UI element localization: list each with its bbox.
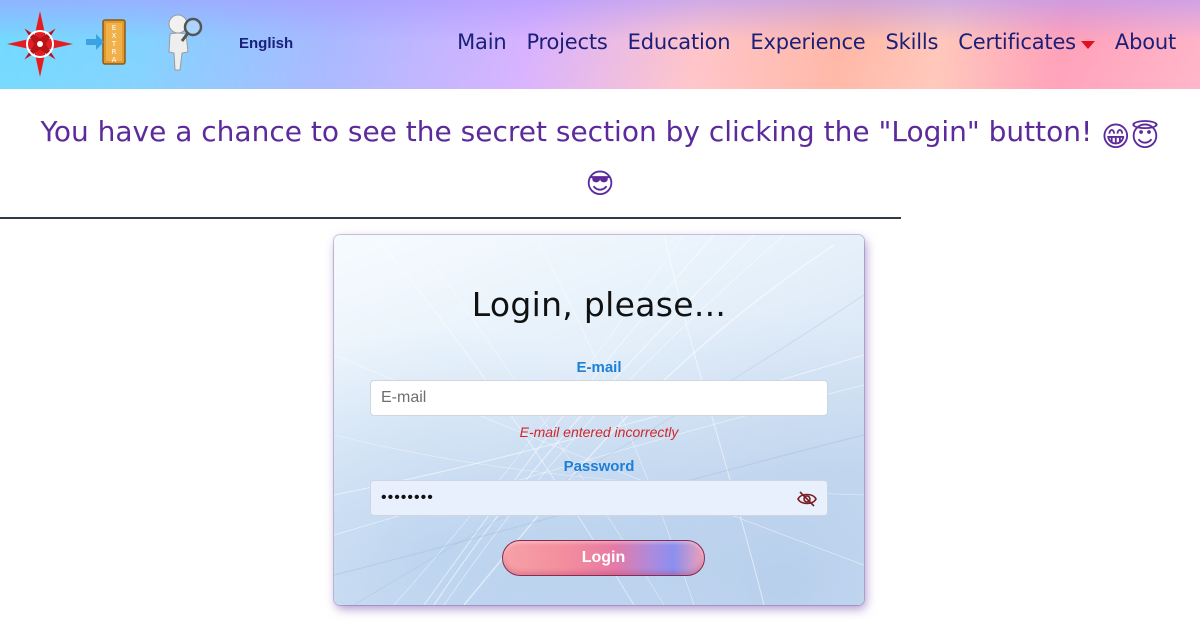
headline-text: You have a chance to see the secret sect…: [40, 115, 1093, 148]
caret-down-icon: [1080, 31, 1095, 55]
site-header: E X T R A English Main Projects Educatio…: [0, 0, 1200, 89]
smiling-halo-face-icon: 😇: [1130, 120, 1160, 153]
nav-certificates[interactable]: Certificates: [958, 30, 1095, 55]
nav-about[interactable]: About: [1115, 30, 1176, 55]
compass-logo-icon[interactable]: [6, 10, 74, 78]
language-switcher[interactable]: English: [239, 35, 293, 52]
login-title: Login, please...: [471, 285, 727, 324]
svg-text:A: A: [112, 56, 117, 64]
svg-text:T: T: [111, 40, 117, 48]
extra-door-icon[interactable]: E X T R A: [84, 18, 138, 66]
section-divider: [0, 217, 901, 219]
password-label: Password: [563, 458, 635, 475]
person-magnifier-icon[interactable]: [160, 12, 206, 72]
eye-slash-icon[interactable]: [797, 490, 817, 508]
nav-skills[interactable]: Skills: [886, 30, 939, 55]
grinning-face-icon: 😁: [1101, 120, 1131, 153]
login-button[interactable]: Login: [502, 540, 705, 576]
nav-projects[interactable]: Projects: [526, 30, 607, 55]
sunglasses-face-icon: 😎: [585, 167, 615, 200]
login-form: Login, please... E-mail E-mail E-mail en…: [334, 235, 864, 605]
nav-certificates-label: Certificates: [958, 30, 1076, 54]
email-error-message: E-mail entered incorrectly: [519, 424, 679, 440]
nav-experience[interactable]: Experience: [750, 30, 865, 55]
svg-text:R: R: [112, 48, 117, 56]
page-headline: You have a chance to see the secret sect…: [0, 111, 1200, 205]
nav-main[interactable]: Main: [457, 30, 507, 55]
email-label: E-mail: [576, 359, 622, 376]
main-nav: Main Projects Education Experience Skill…: [457, 30, 1176, 55]
email-field[interactable]: E-mail: [370, 380, 828, 416]
nav-education[interactable]: Education: [628, 30, 731, 55]
svg-text:E: E: [112, 24, 116, 32]
password-field[interactable]: ••••••••: [370, 480, 828, 516]
password-value: ••••••••: [381, 489, 434, 506]
email-placeholder: E-mail: [381, 389, 427, 406]
svg-text:X: X: [112, 32, 117, 40]
